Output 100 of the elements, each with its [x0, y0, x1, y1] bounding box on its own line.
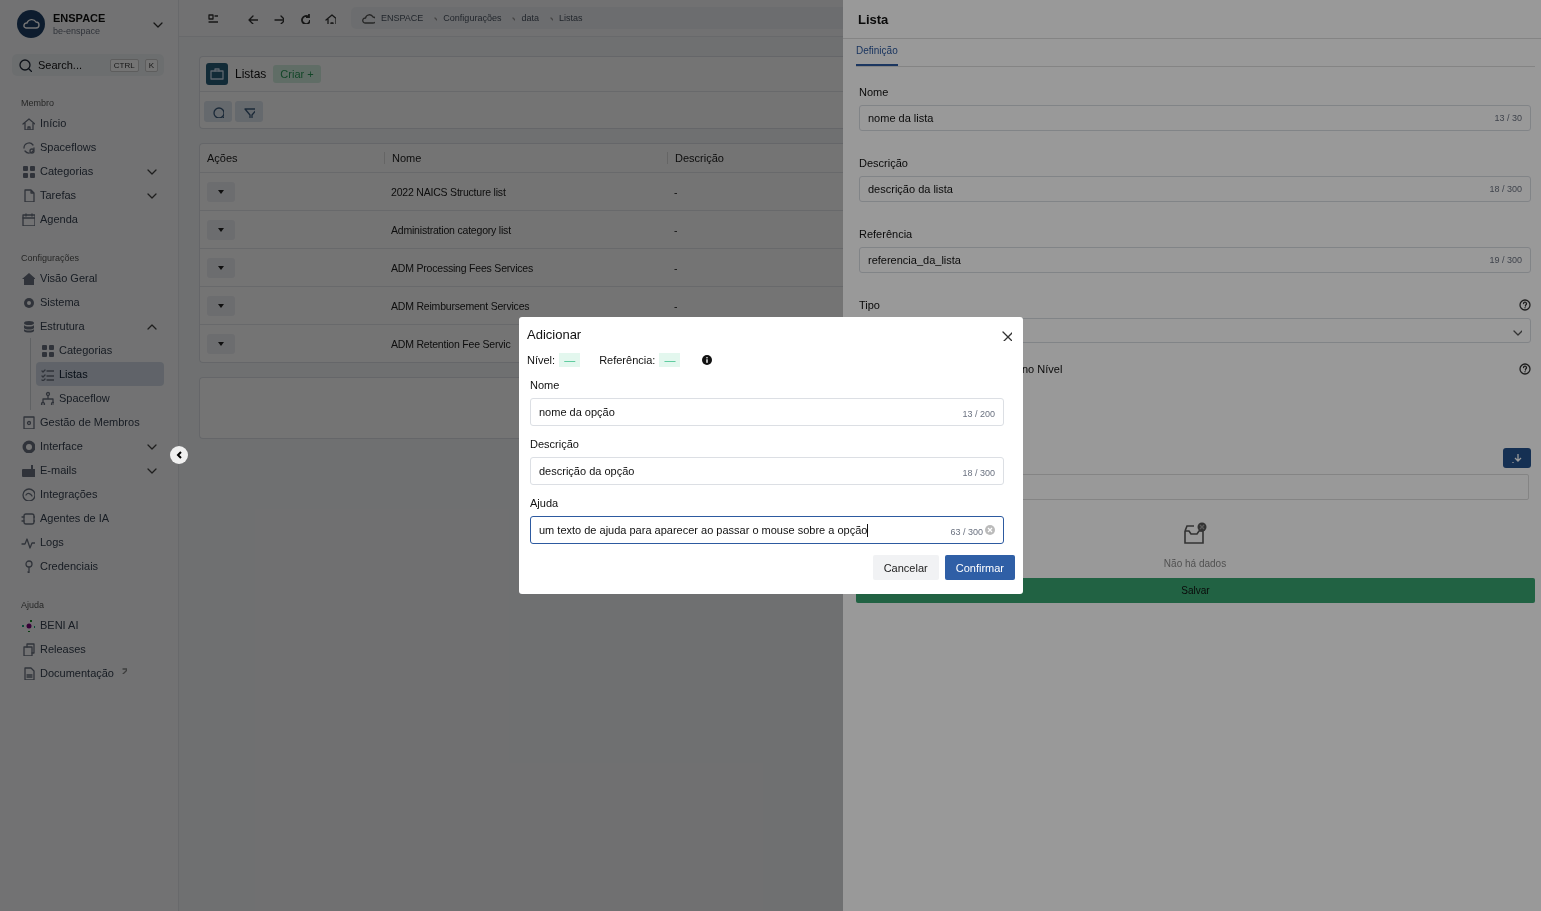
character-counter: 19 / 300: [1489, 255, 1522, 265]
table-cell: -: [674, 299, 678, 312]
actions-dropdown-button[interactable]: [207, 257, 235, 278]
caret-down-icon: [217, 225, 225, 234]
character-counter: 63 / 300: [950, 527, 983, 537]
field-label: Nome: [530, 379, 561, 391]
chevron-left-icon: [175, 450, 183, 460]
sidebar-item[interactable]: Categorias: [36, 338, 164, 362]
keyboard-key: CTRL: [109, 58, 139, 72]
field-value: referencia_da_lista: [868, 254, 961, 266]
cancel-button[interactable]: Cancelar: [872, 555, 939, 580]
checklist-icon: [40, 367, 54, 381]
sidebar-item[interactable]: Releases: [17, 637, 164, 661]
field-label: Ajuda: [530, 497, 560, 509]
refresh-icon: [298, 12, 310, 24]
sidebar-item[interactable]: Sistema: [17, 290, 164, 314]
database-icon: [21, 319, 35, 333]
sidebar-item[interactable]: Gestão de Membros: [17, 410, 164, 434]
grid-icon: [21, 164, 35, 178]
field-label: Tipo: [859, 299, 880, 311]
breadcrumb-link[interactable]: Listas: [558, 13, 583, 23]
field-value: descrição da lista: [868, 183, 953, 195]
sidebar-item[interactable]: E-mails: [17, 458, 164, 482]
section-title: Ajuda: [21, 600, 46, 610]
actions-dropdown-button[interactable]: [207, 333, 235, 354]
caret-down-icon: [217, 263, 225, 272]
sidebar-item[interactable]: BENI AI: [17, 613, 164, 637]
meta-label: Nível:: [527, 354, 556, 366]
keyboard-key: K: [144, 58, 158, 72]
sidebar-item[interactable]: Início: [17, 111, 164, 135]
character-counter: 13 / 30: [1494, 113, 1522, 123]
page-title: Listas: [235, 67, 267, 81]
briefcase-icon: [206, 63, 228, 85]
search-icon: [212, 105, 224, 118]
mailbox-icon: [21, 463, 35, 477]
column-header: Ações: [206, 152, 239, 164]
sidebar-item[interactable]: Agentes de IA: [17, 506, 164, 530]
sidebar-item[interactable]: Credenciais: [17, 554, 164, 578]
search-icon: [18, 58, 32, 72]
text-field[interactable]: nome da lista 13 / 30: [859, 105, 1531, 131]
download-icon: [1512, 453, 1522, 463]
text-field[interactable]: descrição da lista 18 / 300: [859, 176, 1531, 202]
dialog-title: Adicionar: [527, 327, 582, 342]
grid-icon: [40, 343, 54, 357]
dots-icon: [21, 618, 35, 632]
caret-down-icon: [217, 187, 225, 196]
field-value: nome da opção: [539, 406, 615, 418]
breadcrumb-link[interactable]: Configurações: [443, 13, 502, 23]
document-icon: [21, 666, 35, 680]
meta-value: —: [559, 353, 581, 367]
table-cell: ADM Retention Fee Servic: [391, 337, 511, 350]
sidebar-item[interactable]: Logs: [17, 530, 164, 554]
meta-label: Referência:: [599, 354, 656, 366]
filter-button[interactable]: [235, 101, 263, 122]
search-button[interactable]: [204, 101, 232, 122]
help-icon: [1519, 363, 1531, 375]
breadcrumb-link[interactable]: ENSPACE: [381, 13, 424, 23]
search-field[interactable]: Search... CTRL K: [12, 54, 164, 76]
text-field[interactable]: descrição da opção 18 / 300: [530, 457, 1004, 485]
sidebar-item[interactable]: Spaceflow: [36, 386, 164, 410]
text-cursor: [867, 523, 869, 537]
info-icon: [702, 355, 713, 365]
workspace-name: ENSPACE: [53, 12, 107, 24]
table-cell: -: [674, 223, 678, 236]
sidebar-item[interactable]: Interface: [17, 434, 164, 458]
sidebar-item[interactable]: Listas: [36, 362, 164, 386]
actions-dropdown-button[interactable]: [207, 181, 235, 202]
help-icon: [1519, 299, 1531, 311]
clear-icon[interactable]: [985, 525, 995, 535]
section-title: Configurações: [21, 253, 81, 263]
field-value: descrição da opção: [539, 465, 635, 477]
home-icon: [21, 116, 35, 130]
cycle-icon: [21, 140, 35, 154]
sidebar-item[interactable]: Estrutura: [17, 314, 164, 338]
text-field[interactable]: referencia_da_lista 19 / 300: [859, 247, 1531, 273]
actions-dropdown-button[interactable]: [207, 219, 235, 240]
table-cell: ADM Reimbursement Services: [391, 299, 530, 312]
sidebar-item[interactable]: Agenda: [17, 207, 164, 231]
copy-icon: [21, 642, 35, 656]
sidebar-item[interactable]: Integrações: [17, 482, 164, 506]
section-title: Membro: [21, 98, 55, 108]
create-button[interactable]: Criar +: [273, 65, 321, 83]
tab[interactable]: Definição: [856, 39, 898, 66]
sidebar-item[interactable]: Visão Geral: [17, 266, 164, 290]
text-field[interactable]: nome da opção 13 / 200: [530, 398, 1004, 426]
download-button[interactable]: [1503, 448, 1531, 468]
confirm-button[interactable]: Confirmar: [944, 555, 1015, 580]
workspace-subtitle: be-enspace: [53, 26, 102, 36]
calendar-icon: [21, 212, 35, 226]
sidebar-item[interactable]: Categorias: [17, 159, 164, 183]
field-value: um texto de ajuda para aparecer ao passar o mouse sobre a opção: [539, 524, 868, 536]
sidebar-item[interactable]: Spaceflows: [17, 135, 164, 159]
cloud-icon: [361, 11, 375, 25]
breadcrumb-link[interactable]: data: [521, 13, 539, 23]
text-field[interactable]: um texto de ajuda para aparecer ao passar o mouse sobre a opção 63 / 300: [530, 516, 1004, 544]
character-counter: 18 / 300: [962, 468, 995, 478]
field-label: no Nível: [1022, 363, 1063, 375]
actions-dropdown-button[interactable]: [207, 295, 235, 316]
sidebar-item[interactable]: Tarefas: [17, 183, 164, 207]
sidebar-item[interactable]: Documentação: [17, 661, 164, 685]
